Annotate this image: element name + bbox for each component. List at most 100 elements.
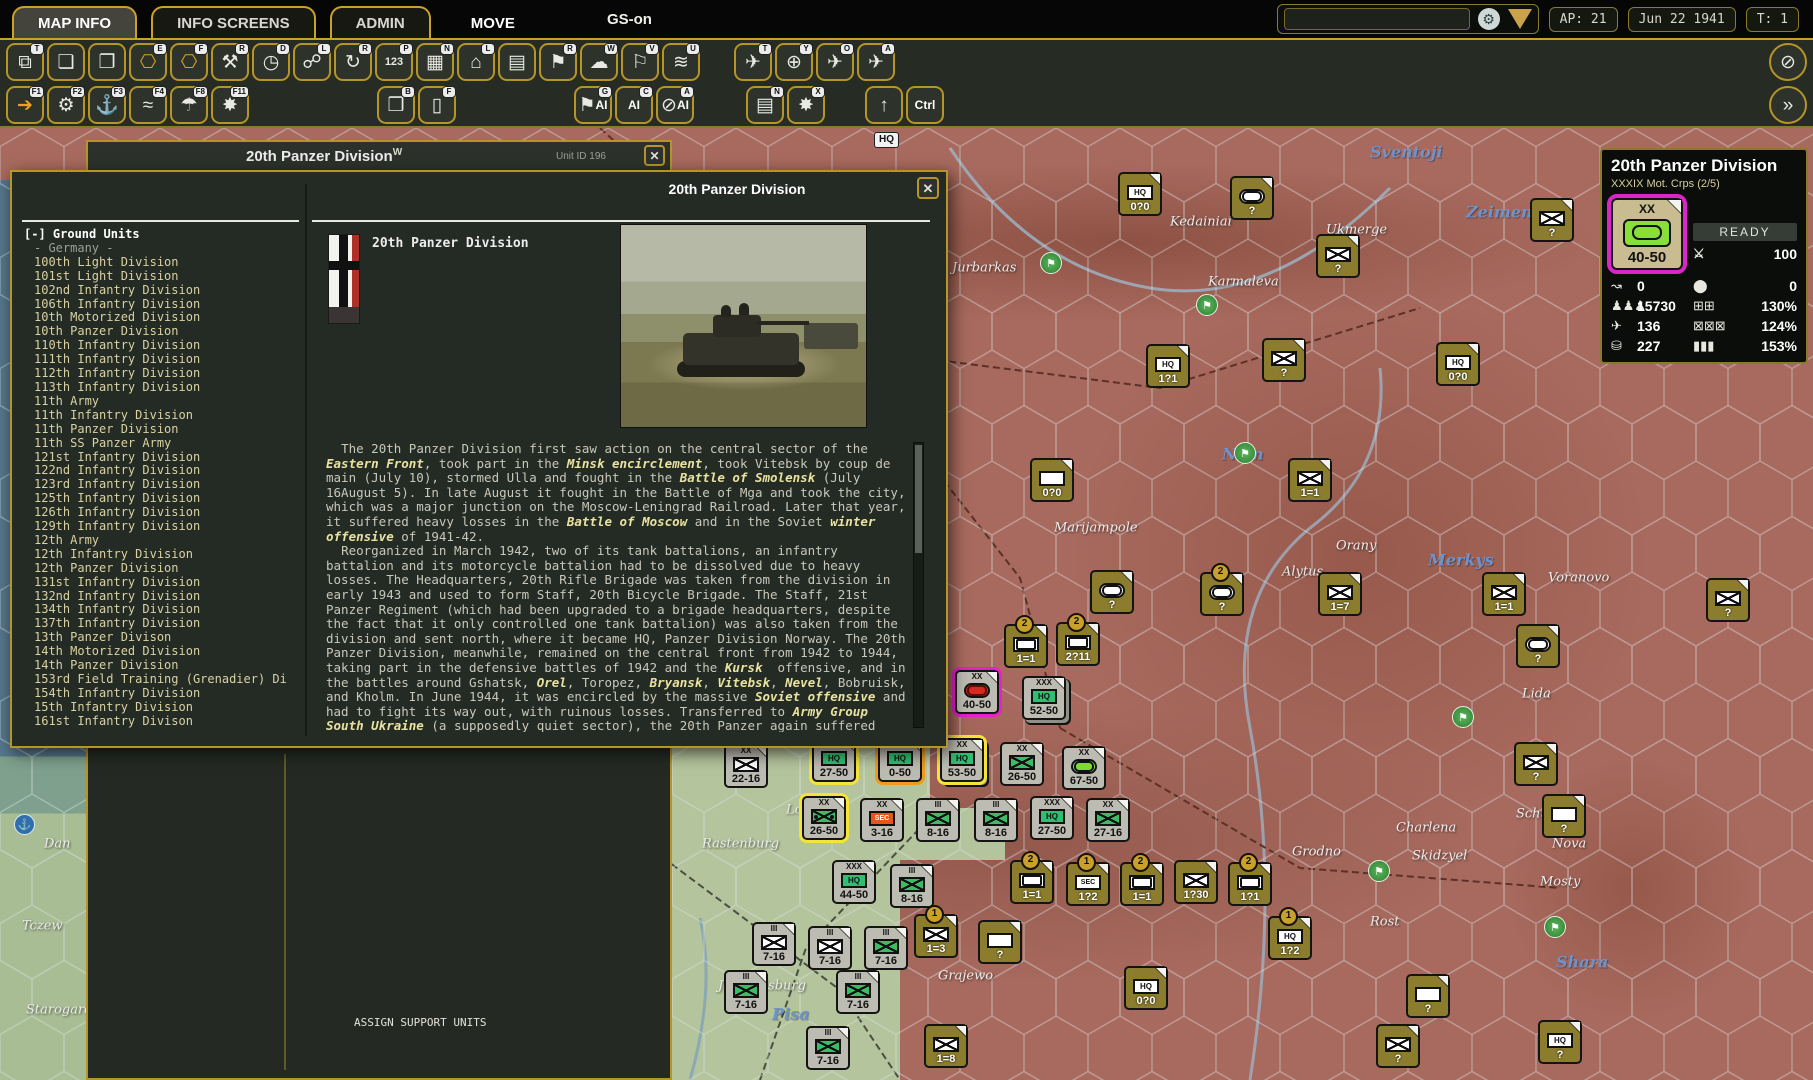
toolbar-button-compass-toggle[interactable]: ⊘ — [1769, 43, 1807, 81]
gold-triangle-icon[interactable] — [1508, 9, 1532, 29]
unit-counter-_[interactable]: ? — [1316, 234, 1360, 278]
text-scrollbar[interactable] — [913, 442, 924, 728]
history-link[interactable]: Orel — [537, 675, 567, 690]
list-item[interactable]: 11th SS Panzer Army — [22, 437, 301, 451]
unit-counter-26_50[interactable]: XX26-50 — [802, 796, 846, 840]
toolbar-button-ai-off[interactable]: ⊘AIA — [656, 86, 694, 124]
history-link[interactable]: Kursk — [725, 660, 763, 675]
list-item[interactable]: 153rd Field Training (Grenadier) Di — [22, 673, 301, 687]
list-hdr[interactable]: [-] Ground Units — [22, 228, 301, 242]
unit-counter-1_1[interactable]: 1=1 — [1288, 458, 1332, 502]
toolbar-button-weather[interactable]: ☁W — [580, 43, 618, 81]
scrollbar-thumb[interactable] — [915, 445, 922, 553]
list-item[interactable]: 137th Infantry Division — [22, 617, 301, 631]
toolbar-button-film-replay[interactable]: ▯F — [418, 86, 456, 124]
list-item[interactable]: 161st Infantry Divison — [22, 715, 301, 729]
partisan-flag-icon[interactable]: ⚑ — [1544, 916, 1566, 938]
unit-counter-7_16[interactable]: III7-16 — [836, 970, 880, 1014]
unit-counter-27_50[interactable]: XXXHQ27-50 — [1030, 796, 1074, 840]
unit-counter-67_50[interactable]: XX67-50 — [1062, 746, 1106, 790]
partisan-flag-icon[interactable]: ⚑ — [1040, 252, 1062, 274]
list-item[interactable]: 11th Panzer Division — [22, 423, 301, 437]
list-item[interactable]: 15th Infantry Division — [22, 701, 301, 715]
unit-counter-0_0[interactable]: 0?0 — [1030, 458, 1074, 502]
unit-counter-3_16[interactable]: XXSEC3-16 — [860, 798, 904, 842]
list-item[interactable]: 13th Panzer Divison — [22, 631, 301, 645]
toolbar-button-air-transfer[interactable]: ✈T — [734, 43, 772, 81]
unit-counter-_[interactable]: ? — [1514, 742, 1558, 786]
toolbar-button-strike-toggle[interactable]: ✸X — [787, 86, 825, 124]
partisan-flag-icon[interactable]: ⚑ — [1196, 294, 1218, 316]
toolbar-button-show-names[interactable]: ▦N — [416, 43, 454, 81]
unit-counter-7_16[interactable]: III7-16 — [864, 926, 908, 970]
list-item[interactable]: 12th Infantry Division — [22, 548, 301, 562]
unit-counter-1_2[interactable]: HQ1?21 — [1268, 916, 1312, 960]
toolbar-button-show-values[interactable]: 123P — [375, 43, 413, 81]
toolbar-button-naval-transport[interactable]: ⚓F3 — [88, 86, 126, 124]
history-link[interactable]: Nevel — [785, 675, 823, 690]
unit-counter-1_1[interactable]: 1=12 — [1004, 624, 1048, 668]
unit-counter-1_1[interactable]: HQ1?1 — [1146, 344, 1190, 388]
list-item[interactable]: 129th Infantry Division — [22, 520, 301, 534]
unit-counter-1_1[interactable]: 1=12 — [1010, 860, 1054, 904]
unit-counter-7_16[interactable]: III7-16 — [808, 926, 852, 970]
history-link[interactable]: Battle of Moscow — [567, 514, 687, 529]
toolbar-button-air-recon[interactable]: ✈A — [857, 43, 895, 81]
toolbar-button-battle-report[interactable]: ❒B — [377, 86, 415, 124]
list-item[interactable]: 101st Light Division — [22, 270, 301, 284]
selected-unit-counter[interactable]: XX 40-50 — [1611, 198, 1683, 270]
unit-counter-22_16[interactable]: XX22-16 — [724, 744, 768, 788]
unit-list[interactable]: [-] Ground Units- Germany - 100th Light … — [22, 228, 301, 736]
history-link[interactable]: Bryansk — [650, 675, 703, 690]
history-link[interactable]: Battle of Smolensk — [680, 470, 815, 485]
history-link[interactable]: Minsk encirclement — [567, 456, 702, 471]
list-item[interactable]: 11th Army — [22, 395, 301, 409]
unit-counter-1_1[interactable]: 1=1 — [1482, 572, 1526, 616]
unit-counter-7_16[interactable]: III7-16 — [806, 1026, 850, 1070]
list-item[interactable]: 126th Infantry Division — [22, 506, 301, 520]
port-anchor-icon[interactable]: ⚓ — [14, 814, 35, 835]
unit-counter-52_50[interactable]: XXXHQ52-50 — [1022, 676, 1066, 720]
tab-info-screens[interactable]: INFO SCREENS — [151, 6, 316, 38]
toolbar-button-factory-locations[interactable]: ⌂L — [457, 43, 495, 81]
unit-counter-1_7[interactable]: 1=7 — [1318, 572, 1362, 616]
history-link[interactable]: Soviet offensive — [755, 689, 875, 704]
list-item[interactable]: 110th Infantry Division — [22, 339, 301, 353]
unit-counter-_[interactable]: ?2 — [1200, 572, 1244, 616]
toolbar-button-air-drop[interactable]: ☂F8 — [170, 86, 208, 124]
tab-move[interactable]: MOVE — [445, 6, 541, 38]
unit-counter-_[interactable]: ? — [978, 920, 1022, 964]
message-input[interactable] — [1284, 8, 1470, 30]
list-item[interactable]: 11th Infantry Division — [22, 409, 301, 423]
unit-counter-40_50[interactable]: XX40-50 — [955, 670, 999, 714]
unit-counter-_[interactable]: ? — [1542, 794, 1586, 838]
partisan-flag-icon[interactable]: ⚑ — [1234, 442, 1256, 464]
list-item[interactable]: 12th Panzer Division — [22, 562, 301, 576]
unit-counter-_[interactable]: ? — [1530, 198, 1574, 242]
unit-counter-1_2[interactable]: SEC1?21 — [1066, 862, 1110, 906]
toolbar-button-jump-map[interactable]: ⧉T — [6, 43, 44, 81]
list-item[interactable]: 10th Panzer Division — [22, 325, 301, 339]
list-item[interactable]: 12th Army — [22, 534, 301, 548]
unit-counter-_[interactable]: ? — [1376, 1024, 1420, 1068]
toolbar-button-next-unit[interactable]: » — [1769, 86, 1807, 124]
list-item[interactable]: 14th Motorized Division — [22, 645, 301, 659]
list-item[interactable]: 111th Infantry Division — [22, 353, 301, 367]
unit-counter-_[interactable]: ? — [1516, 624, 1560, 668]
list-item[interactable]: 134th Infantry Division — [22, 603, 301, 617]
list-item[interactable]: 112th Infantry Division — [22, 367, 301, 381]
unit-counter-0_0[interactable]: HQ0?0 — [1118, 172, 1162, 216]
unit-counter-_[interactable]: ? — [1262, 338, 1306, 382]
list-item[interactable]: 125th Infantry Division — [22, 492, 301, 506]
toolbar-button-ai-commit[interactable]: AIC — [615, 86, 653, 124]
toolbar-button-rail-damage[interactable]: ⚒R — [211, 43, 249, 81]
unit-counter-1_1[interactable]: 1=12 — [1120, 862, 1164, 906]
toolbar-button-save-screen[interactable]: ❏ — [47, 43, 85, 81]
toolbar-button-air-targets[interactable]: ⊕Y — [775, 43, 813, 81]
toolbar-button-rail-signal[interactable]: ⚑R — [539, 43, 577, 81]
list-item[interactable]: 10th Motorized Division — [22, 311, 301, 325]
toolbar-button-naval-interdiction[interactable]: ≋U — [662, 43, 700, 81]
unit-counter-_[interactable]: HQ? — [1538, 1020, 1582, 1064]
toolbar-button-air-attack[interactable]: ✈O — [816, 43, 854, 81]
unit-counter-26_50[interactable]: XX26-50 — [1000, 742, 1044, 786]
